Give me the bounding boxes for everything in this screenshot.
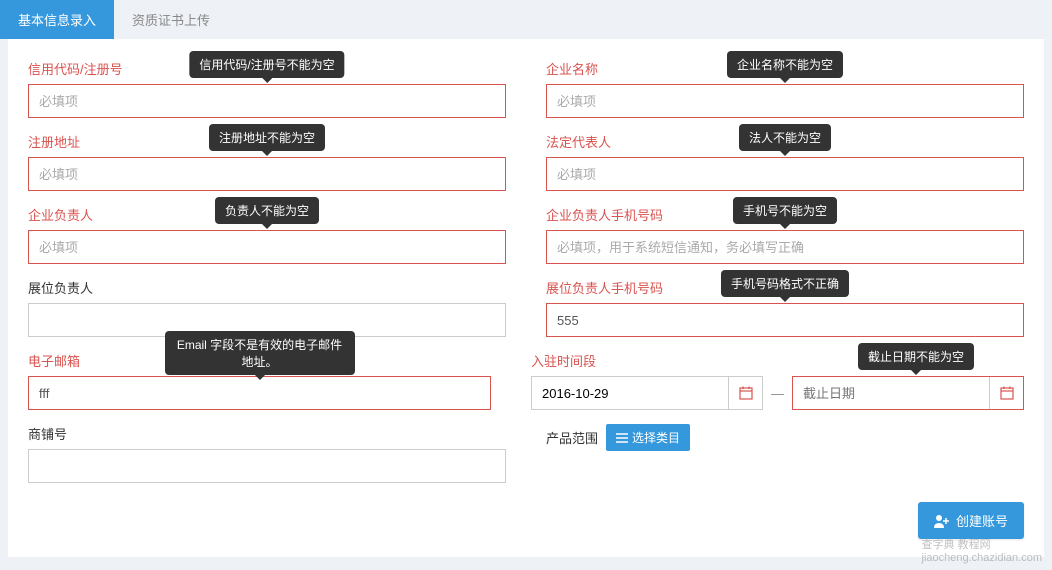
input-booth-phone[interactable] bbox=[546, 303, 1024, 337]
create-account-label: 创建账号 bbox=[956, 511, 1008, 530]
tabs-bar: 基本信息录入 资质证书上传 bbox=[0, 0, 1052, 39]
input-company-owner[interactable] bbox=[28, 230, 506, 264]
tooltip-legal-rep: 法人不能为空 bbox=[739, 124, 831, 151]
tab-basic-info[interactable]: 基本信息录入 bbox=[0, 0, 114, 39]
select-category-label: 选择类目 bbox=[632, 429, 680, 446]
calendar-icon[interactable] bbox=[989, 377, 1023, 409]
label-booth-owner: 展位负责人 bbox=[28, 278, 506, 297]
tooltip-email: Email 字段不是有效的电子邮件地址。 bbox=[165, 331, 355, 375]
create-account-button[interactable]: 创建账号 bbox=[918, 502, 1024, 539]
label-shop-no: 商铺号 bbox=[28, 424, 506, 443]
tooltip-company-name: 企业名称不能为空 bbox=[727, 51, 843, 78]
input-end-date[interactable] bbox=[793, 377, 989, 409]
label-product-range: 产品范围 bbox=[546, 428, 598, 447]
tooltip-owner-phone: 手机号不能为空 bbox=[733, 197, 837, 224]
calendar-icon[interactable] bbox=[728, 377, 762, 409]
date-separator: — bbox=[771, 386, 784, 401]
tooltip-credit-code: 信用代码/注册号不能为空 bbox=[189, 51, 344, 78]
input-shop-no[interactable] bbox=[28, 449, 506, 483]
tooltip-period: 截止日期不能为空 bbox=[858, 343, 974, 370]
input-company-name[interactable] bbox=[546, 84, 1024, 118]
tooltip-company-owner: 负责人不能为空 bbox=[215, 197, 319, 224]
tooltip-booth-phone: 手机号码格式不正确 bbox=[721, 270, 849, 297]
input-legal-rep[interactable] bbox=[546, 157, 1024, 191]
user-plus-icon bbox=[934, 514, 950, 528]
tab-cert-upload[interactable]: 资质证书上传 bbox=[114, 0, 228, 39]
input-reg-address[interactable] bbox=[28, 157, 506, 191]
list-icon bbox=[616, 433, 628, 443]
tooltip-reg-address: 注册地址不能为空 bbox=[209, 124, 325, 151]
form-panel: 信用代码/注册号不能为空 信用代码/注册号 企业名称不能为空 企业名称 注册地址… bbox=[8, 39, 1044, 557]
input-start-date[interactable] bbox=[532, 377, 728, 409]
input-credit-code[interactable] bbox=[28, 84, 506, 118]
input-owner-phone[interactable] bbox=[546, 230, 1024, 264]
select-category-button[interactable]: 选择类目 bbox=[606, 424, 690, 451]
